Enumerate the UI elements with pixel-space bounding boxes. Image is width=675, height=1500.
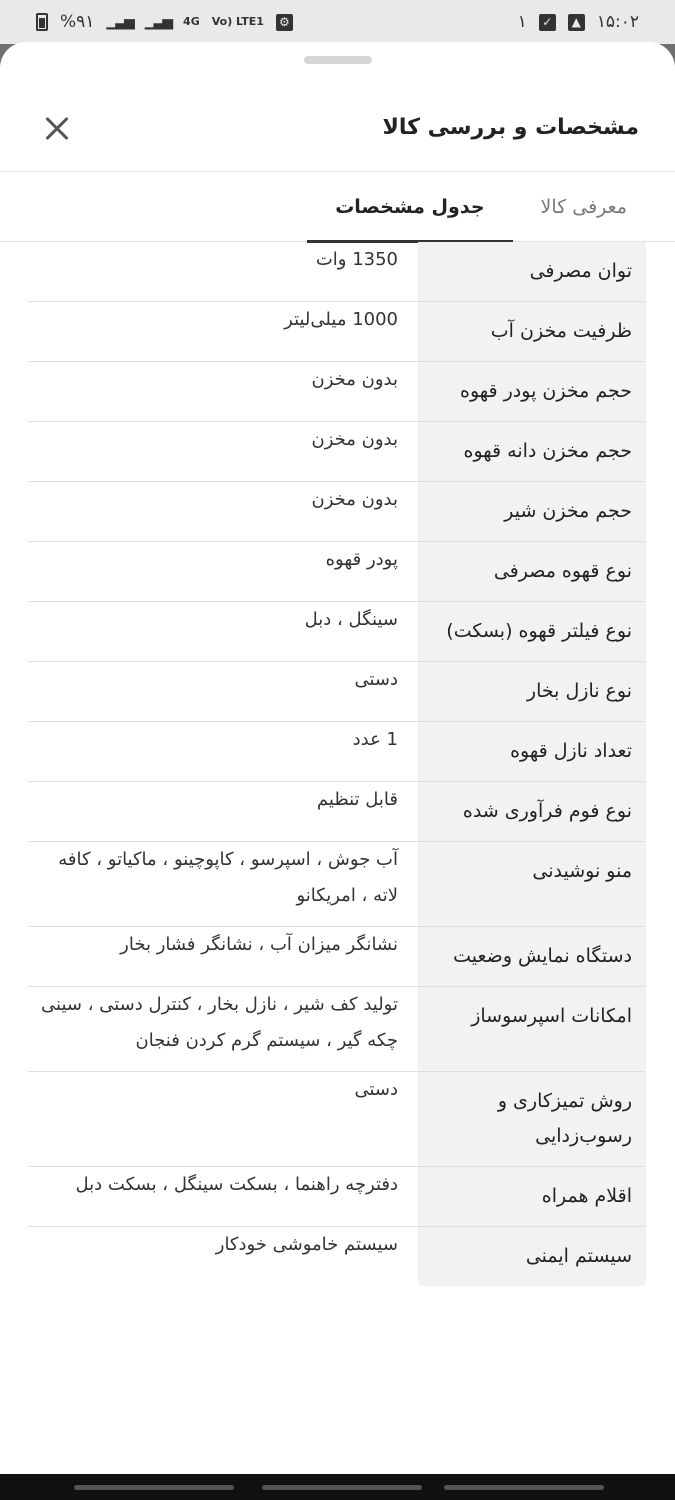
bottom-sheet: مشخصات و بررسی کالا معرفی کالا جدول مشخص… [0, 42, 675, 1474]
spec-row: توان مصرفی 1350 وات [28, 242, 646, 302]
spec-value: آب جوش ، اسپرسو ، کاپوچینو ، ماکیاتو ، ک… [58, 849, 398, 906]
spec-value: سیستم خاموشی خودکار [215, 1234, 398, 1255]
sheet-header: مشخصات و بررسی کالا [0, 84, 675, 172]
image-notification-icon: ▲ [567, 13, 585, 31]
spec-value: دستی [354, 1079, 398, 1100]
spec-key: حجم مخزن دانه قهوه [418, 422, 646, 481]
sheet-title: مشخصات و بررسی کالا [382, 115, 639, 140]
network-type: 4G [183, 15, 200, 28]
spec-value: تولید کف شیر ، نازل بخار ، کنترل دستی ، … [41, 994, 398, 1051]
spec-value: قابل تنظیم [316, 789, 398, 810]
spec-key: نوع فوم فرآوری شده [418, 782, 646, 841]
spec-row: نوع نازل بخار دستی [28, 662, 646, 722]
notification-count: ۱ [517, 12, 527, 32]
spec-row: حجم مخزن شیر بدون مخزن [28, 482, 646, 542]
spec-row: نوع فوم فرآوری شده قابل تنظیم [28, 782, 646, 842]
spec-key: اقلام همراه [418, 1167, 646, 1226]
spec-key: نوع فیلتر قهوه (بسکت) [418, 602, 646, 661]
spec-key: توان مصرفی [418, 242, 646, 301]
signal-icon: ▁▃▅ [106, 14, 134, 30]
tab-specifications[interactable]: جدول مشخصات [307, 172, 513, 243]
spec-value: دفترچه راهنما ، بسکت سینگل ، بسکت دبل [75, 1174, 398, 1195]
spec-row: امکانات اسپرسوساز تولید کف شیر ، نازل بخا… [28, 987, 646, 1072]
spec-value: 1 عدد [352, 729, 398, 750]
spec-key: تعداد نازل قهوه [418, 722, 646, 781]
status-bar: %۹۱ ▁▃▅ ▁▃▅ 4G Vo) LTE1 ⚙ ۱ ✓ ▲ ۱۵:۰۲ [0, 0, 675, 44]
spec-key: حجم مخزن پودر قهوه [418, 362, 646, 421]
spec-row: نوع فیلتر قهوه (بسکت) سینگل ، دبل [28, 602, 646, 662]
navigation-bar [0, 1474, 675, 1500]
spec-row: تعداد نازل قهوه 1 عدد [28, 722, 646, 782]
spec-value: بدون مخزن [311, 429, 398, 450]
spec-key: ظرفیت مخزن آب [418, 302, 646, 361]
spec-row: دستگاه نمایش وضعیت نشانگر میزان آب ، نشان… [28, 927, 646, 987]
drag-handle[interactable] [304, 56, 372, 64]
spec-key: حجم مخزن شیر [418, 482, 646, 541]
spec-key: دستگاه نمایش وضعیت [418, 927, 646, 986]
spec-key: منو نوشیدنی [418, 842, 646, 926]
spec-key: نوع نازل بخار [418, 662, 646, 721]
clock: ۱۵:۰۲ [596, 12, 639, 32]
spec-row: سیستم ایمنی سیستم خاموشی خودکار [28, 1227, 646, 1286]
spec-value: دستی [354, 669, 398, 690]
spec-value: سینگل ، دبل [304, 609, 398, 630]
signal-icon-2: ▁▃▅ [144, 14, 173, 30]
spec-row: حجم مخزن دانه قهوه بدون مخزن [28, 422, 646, 482]
nav-back-button[interactable] [74, 1485, 234, 1490]
spec-value: 1350 وات [315, 249, 398, 270]
close-icon[interactable] [40, 111, 74, 145]
spec-row: ظرفیت مخزن آب 1000 میلی‌لیتر [28, 302, 646, 362]
spec-value: نشانگر میزان آب ، نشانگر فشار بخار [120, 934, 398, 955]
spec-value: بدون مخزن [311, 369, 398, 390]
spec-key: سیستم ایمنی [418, 1227, 646, 1286]
spec-row: نوع قهوه مصرفی پودر قهوه [28, 542, 646, 602]
spec-table: توان مصرفی 1350 وات ظرفیت مخزن آب 1000 میلی… [28, 242, 646, 1286]
spec-row: حجم مخزن پودر قهوه بدون مخزن [28, 362, 646, 422]
battery-level: %۹۱ [60, 12, 95, 32]
tab-bar: معرفی کالا جدول مشخصات [0, 172, 675, 243]
nav-home-button[interactable] [262, 1485, 422, 1490]
spec-key: روش تمیزکاری و رسوب‌زدایی [418, 1072, 646, 1166]
battery-icon [36, 13, 48, 31]
tab-introduction[interactable]: معرفی کالا [513, 172, 655, 242]
nav-recents-button[interactable] [444, 1485, 604, 1490]
spec-value: پودر قهوه [325, 549, 398, 570]
app-notification-icon: ⚙ [275, 13, 293, 31]
status-right: ۱ ✓ ▲ ۱۵:۰۲ [518, 12, 639, 32]
volte-indicator: Vo) LTE1 [211, 15, 264, 28]
spec-key: امکانات اسپرسوساز [418, 987, 646, 1071]
spec-row: اقلام همراه دفترچه راهنما ، بسکت سینگل ، … [28, 1167, 646, 1227]
checkbox-notification-icon: ✓ [538, 13, 556, 31]
spec-key: نوع قهوه مصرفی [418, 542, 646, 601]
spec-row: روش تمیزکاری و رسوب‌زدایی دستی [28, 1072, 646, 1167]
spec-value: بدون مخزن [311, 489, 398, 510]
spec-value: 1000 میلی‌لیتر [284, 309, 398, 330]
status-left: %۹۱ ▁▃▅ ▁▃▅ 4G Vo) LTE1 ⚙ [36, 12, 293, 32]
spec-row: منو نوشیدنی آب جوش ، اسپرسو ، کاپوچینو ، … [28, 842, 646, 927]
